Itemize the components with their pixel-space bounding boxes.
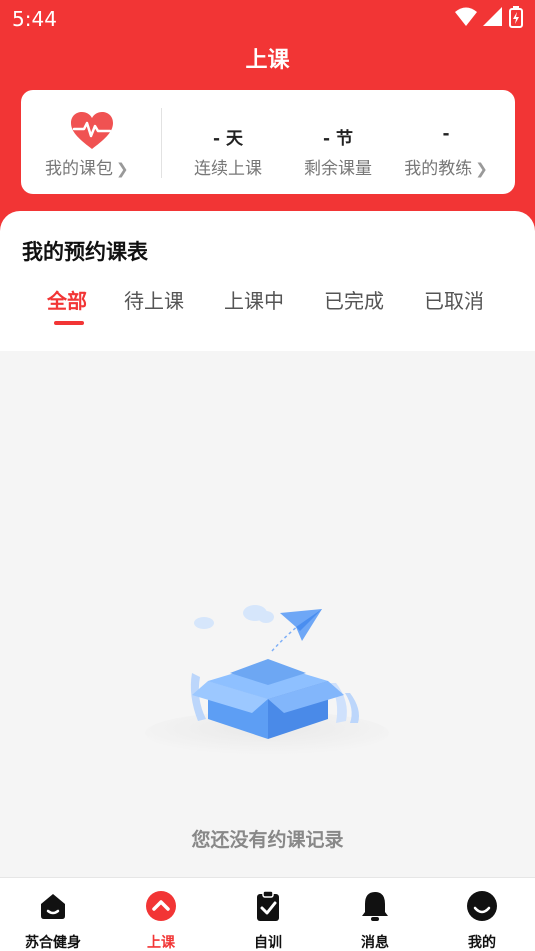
nav-item-class[interactable]: 上课 (116, 890, 206, 951)
tab-cancelled[interactable]: 已取消 (424, 285, 484, 314)
home-icon (41, 894, 65, 919)
nav-item-home[interactable]: 苏合健身 (8, 890, 98, 951)
stat-consecutive-days: - 天 连续上课 (173, 124, 283, 179)
battery-icon (509, 6, 523, 28)
empty-state-message: 您还没有约课记录 (191, 829, 344, 851)
chevron-right-icon: ❯ (475, 160, 488, 178)
active-tab-indicator (54, 321, 84, 325)
nav-item-messages[interactable]: 消息 (330, 890, 420, 951)
nav-item-mine[interactable]: 我的 (437, 890, 527, 951)
stat-value: - 节 (323, 129, 353, 149)
nav-label: 我的 (468, 935, 496, 951)
nav-label: 自训 (254, 935, 282, 951)
nav-item-self-training[interactable]: 自训 (223, 890, 313, 951)
heart-pulse-icon (71, 112, 113, 149)
status-time: 5:44 (12, 7, 57, 31)
stat-value: - (442, 124, 450, 144)
stat-label: 连续上课 (194, 159, 262, 179)
status-bar: 5:44 (0, 0, 535, 36)
schedule-heading: 我的预约课表 (22, 240, 148, 264)
course-pack-label: 我的课包 ❯ (45, 159, 129, 179)
schedule-panel: 我的预约课表 全部 待上课 上课中 已完成 已取消 (0, 211, 535, 351)
bottom-nav: 苏合健身 上课 自训 消息 我的 (0, 877, 535, 951)
wifi-icon (455, 7, 477, 26)
signal-icon (483, 7, 502, 26)
smile-face-icon (467, 891, 497, 921)
nav-label: 苏合健身 (25, 935, 81, 951)
page-title: 上课 (245, 48, 290, 73)
tab-pending[interactable]: 待上课 (124, 285, 184, 314)
status-icons (455, 6, 523, 28)
tab-in-progress[interactable]: 上课中 (224, 285, 284, 314)
clipboard-check-icon (257, 890, 279, 921)
schedule-list[interactable]: 您还没有约课记录 (0, 351, 535, 877)
my-coach-button[interactable]: - 我的教练 ❯ (391, 124, 501, 179)
course-pack-button[interactable]: 我的课包 ❯ (21, 90, 161, 194)
tab-completed[interactable]: 已完成 (324, 285, 384, 314)
stat-label: 我的教练 ❯ (404, 159, 488, 179)
nav-label: 消息 (361, 935, 389, 951)
card-divider (161, 108, 162, 178)
chevron-right-icon: ❯ (116, 160, 129, 178)
stat-label: 剩余课量 (304, 159, 372, 179)
chevron-up-circle-icon (146, 891, 176, 921)
stat-remaining-classes: - 节 剩余课量 (283, 124, 393, 179)
nav-label: 上课 (147, 935, 175, 951)
stat-value: - 天 (213, 129, 243, 149)
summary-card: 我的课包 ❯ - 天 连续上课 - 节 剩余课量 - 我的教练 ❯ (21, 90, 515, 194)
tab-all[interactable]: 全部 (47, 285, 87, 314)
empty-box-illustration (145, 605, 389, 755)
bell-icon (362, 892, 388, 921)
